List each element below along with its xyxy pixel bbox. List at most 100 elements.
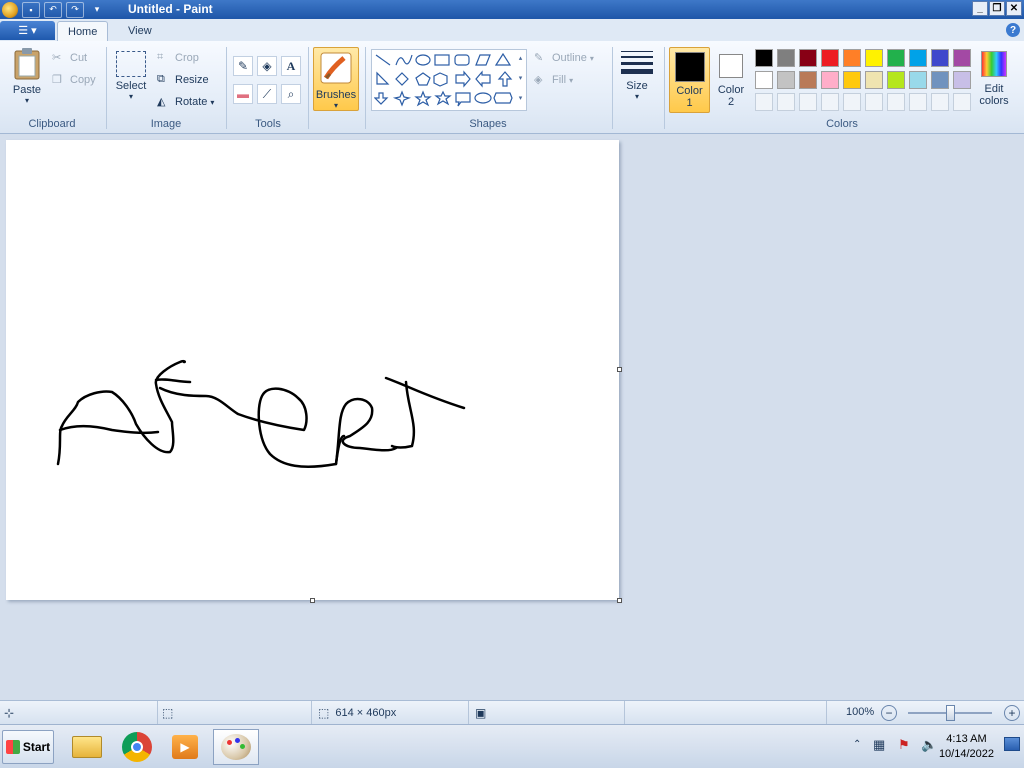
edit-colors-button[interactable]: Edit colors	[975, 49, 1013, 107]
shapes-scroll[interactable]: ▴ ▾ ▾	[514, 49, 527, 111]
size-button[interactable]: Size ▾	[618, 49, 656, 101]
resize-icon: ⧉	[157, 73, 165, 85]
text-tool-icon[interactable]: A	[281, 56, 301, 76]
color2-button[interactable]: Color 2	[713, 47, 749, 108]
palette-custom-slot[interactable]	[821, 93, 839, 111]
tab-home[interactable]: Home	[57, 21, 109, 41]
palette-swatch[interactable]	[887, 49, 905, 67]
magnifier-icon[interactable]: ⌕	[281, 84, 301, 104]
palette-custom-slot[interactable]	[931, 93, 949, 111]
palette-swatch[interactable]	[755, 71, 773, 89]
file-explorer-icon[interactable]	[64, 729, 110, 765]
palette-swatch[interactable]	[909, 49, 927, 67]
undo-icon[interactable]: ↶	[44, 1, 62, 18]
palette-swatch[interactable]	[931, 49, 949, 67]
palette-custom-slot[interactable]	[887, 93, 905, 111]
canvas-resize-handle-right[interactable]	[617, 367, 622, 372]
palette-custom-slot[interactable]	[755, 93, 773, 111]
palette-custom-slot[interactable]	[777, 93, 795, 111]
color1-button[interactable]: Color 1	[669, 47, 710, 113]
rotate-button[interactable]: ◭ Rotate ▾	[157, 95, 214, 109]
cut-button[interactable]: ✂ Cut	[52, 51, 87, 65]
show-desktop-button[interactable]	[1004, 737, 1020, 751]
rotate-label: Rotate	[175, 96, 208, 108]
clock[interactable]: 4:13 AM 10/14/2022	[939, 732, 994, 762]
close-button[interactable]: ✕	[1006, 1, 1022, 16]
canvas-resize-handle-bottom[interactable]	[310, 598, 315, 603]
outline-button[interactable]: ✎ Outline ▾	[534, 51, 594, 65]
shapes-group-label: Shapes	[469, 118, 507, 130]
paste-button[interactable]: Paste ▾	[8, 47, 46, 105]
show-hidden-icons[interactable]: ⌃	[853, 739, 861, 750]
chrome-icon[interactable]	[114, 729, 160, 765]
minimize-button[interactable]: _	[972, 1, 988, 16]
palette-swatch[interactable]	[931, 71, 949, 89]
color2-swatch	[719, 54, 743, 78]
copy-button[interactable]: ❐ Copy	[52, 73, 96, 87]
group-separator	[226, 47, 227, 129]
zoom-slider-thumb[interactable]	[946, 705, 955, 721]
fill-bucket-icon[interactable]: ◈	[257, 56, 277, 76]
palette-swatch[interactable]	[953, 49, 971, 67]
help-icon[interactable]: ?	[1006, 23, 1020, 37]
palette-custom-slot[interactable]	[953, 93, 971, 111]
tools-group-label: Tools	[255, 118, 281, 130]
resize-button[interactable]: ⧉ Resize	[157, 73, 209, 87]
zoom-out-button[interactable]: −	[881, 705, 897, 721]
palette-swatch[interactable]	[843, 71, 861, 89]
paint-app-icon[interactable]	[2, 1, 18, 18]
freehand-drawing	[56, 359, 466, 468]
disk-icon: ▣	[475, 706, 487, 720]
palette-swatch[interactable]	[755, 49, 773, 67]
color-picker-icon[interactable]: ⟋	[257, 84, 277, 104]
palette-swatch[interactable]	[843, 49, 861, 67]
palette-swatch[interactable]	[821, 71, 839, 89]
palette-swatch[interactable]	[821, 49, 839, 67]
paint-menu-button[interactable]: ☰ ▾	[0, 21, 55, 40]
palette-swatch[interactable]	[865, 71, 883, 89]
brushes-button[interactable]: Brushes ▾	[313, 47, 359, 111]
save-icon[interactable]: ▪	[22, 1, 40, 18]
rotate-icon: ◭	[157, 96, 166, 108]
color2-label-line1: Color	[717, 84, 745, 96]
window-title: Untitled - Paint	[128, 2, 213, 16]
volume-icon[interactable]: 🔈	[921, 737, 937, 753]
fill-button[interactable]: ◈ Fill ▾	[534, 73, 573, 87]
shapes-gallery-icons[interactable]	[374, 51, 524, 111]
palette-swatch[interactable]	[887, 71, 905, 89]
palette-swatch[interactable]	[953, 71, 971, 89]
media-player-icon[interactable]: ▶	[162, 729, 208, 765]
brushes-label: Brushes	[315, 89, 357, 101]
eraser-icon[interactable]: ▬	[233, 84, 253, 104]
palette-swatch[interactable]	[909, 71, 927, 89]
pencil-icon[interactable]: ✎	[233, 56, 253, 76]
palette-swatch[interactable]	[799, 49, 817, 67]
zoom-in-button[interactable]: +	[1004, 705, 1020, 721]
crop-label: Crop	[175, 52, 199, 64]
palette-custom-slot[interactable]	[909, 93, 927, 111]
select-button[interactable]: Select ▾	[113, 51, 149, 101]
canvas-resize-handle-corner[interactable]	[617, 598, 622, 603]
network-icon[interactable]: ▦	[873, 737, 885, 753]
start-button[interactable]: Start	[2, 730, 54, 764]
palette-custom-slot[interactable]	[843, 93, 861, 111]
restore-button[interactable]: ❐	[989, 1, 1005, 16]
cursor-position-cell: ⊹	[0, 701, 158, 725]
action-center-icon[interactable]: ⚑	[898, 737, 910, 753]
palette-swatch[interactable]	[777, 49, 795, 67]
paint-taskbar-icon[interactable]	[213, 729, 259, 765]
group-separator	[106, 47, 107, 129]
redo-icon[interactable]: ↷	[66, 1, 84, 18]
palette-swatch[interactable]	[799, 71, 817, 89]
drawing-canvas[interactable]	[6, 140, 619, 600]
select-dropdown-icon: ▾	[128, 92, 133, 101]
crop-button[interactable]: ⌗ Crop	[157, 51, 199, 65]
customize-qat-icon[interactable]: ▾	[88, 2, 106, 18]
tab-view[interactable]: View	[118, 21, 162, 41]
palette-custom-slot[interactable]	[865, 93, 883, 111]
edit-colors-label-line2: colors	[979, 95, 1009, 107]
palette-custom-slot[interactable]	[799, 93, 817, 111]
clock-time: 4:13 AM	[946, 733, 987, 745]
palette-swatch[interactable]	[777, 71, 795, 89]
palette-swatch[interactable]	[865, 49, 883, 67]
